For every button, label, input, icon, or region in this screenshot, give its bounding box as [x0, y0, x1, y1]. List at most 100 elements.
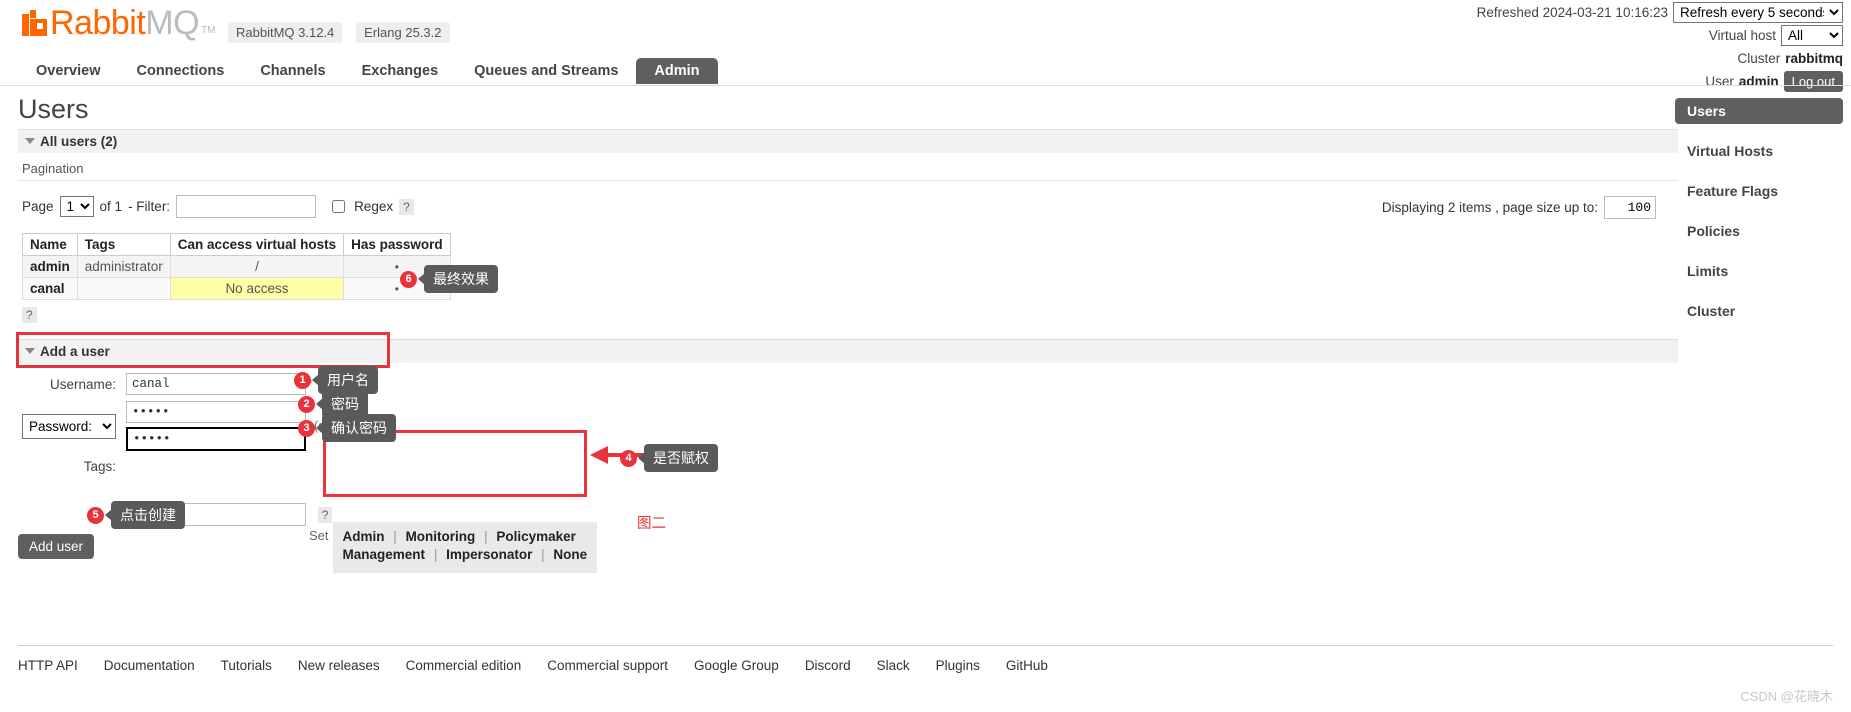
rabbitmq-version-pill: RabbitMQ 3.12.4	[228, 22, 343, 43]
column-can-access-virtual-hosts[interactable]: Can access virtual hosts	[169, 233, 345, 256]
pagination-controls-right: Displaying 2 items , page size up to:	[1382, 196, 1656, 219]
annotation-4: 4 是否赋权	[620, 444, 718, 472]
add-user-button-row: Add user	[18, 534, 1678, 559]
password-type-select[interactable]: Password:	[22, 413, 116, 439]
footer-link-commercial-support[interactable]: Commercial support	[547, 658, 668, 673]
footer-link-discord[interactable]: Discord	[805, 658, 851, 673]
filter-input[interactable]	[176, 195, 317, 218]
tag-link-monitoring[interactable]: Monitoring	[406, 529, 476, 544]
regex-label: Regex	[354, 199, 394, 214]
watermark: CSDN @花晓木	[1740, 689, 1833, 704]
tag-link-management[interactable]: Management	[343, 547, 426, 562]
username-row: Username: *	[18, 373, 1678, 395]
sidebar-item-limits[interactable]: Limits	[1675, 258, 1843, 284]
tags-row: Tags: ?	[18, 457, 1678, 526]
cell-user-vhosts: No access	[169, 277, 345, 300]
virtual-host-label: Virtual host	[1708, 28, 1776, 43]
tags-preset-links: Admin | Monitoring | Policymaker Managem…	[332, 522, 598, 573]
erlang-version-pill: Erlang 25.3.2	[356, 22, 450, 43]
regex-checkbox[interactable]	[332, 200, 346, 213]
table-row[interactable]: admin administrator / •	[22, 255, 451, 278]
tag-link-policymaker[interactable]: Policymaker	[496, 529, 576, 544]
refreshed-timestamp: Refreshed 2024-03-21 10:16:23	[1476, 5, 1668, 20]
table-row[interactable]: canal No access •	[22, 277, 451, 300]
version-pills: RabbitMQ 3.12.4 Erlang 25.3.2	[218, 22, 450, 43]
password-confirm-input[interactable]	[126, 427, 306, 451]
footer-link-slack[interactable]: Slack	[877, 658, 910, 673]
regex-help-icon[interactable]: ?	[399, 198, 414, 215]
tab-exchanges[interactable]: Exchanges	[344, 58, 457, 84]
tab-connections[interactable]: Connections	[119, 58, 243, 84]
cell-user-name[interactable]: canal	[22, 277, 78, 300]
displaying-items-text: Displaying 2 items , page size up to:	[1381, 200, 1598, 215]
footer-link-http-api[interactable]: HTTP API	[18, 658, 78, 673]
tag-sep: |	[541, 547, 545, 562]
annotation-5-number: 5	[87, 506, 104, 524]
right-sidebar: Users Virtual Hosts Feature Flags Polici…	[1675, 98, 1843, 338]
annotation-6: 6 最终效果	[400, 265, 498, 293]
sidebar-item-feature-flags[interactable]: Feature Flags	[1675, 178, 1843, 204]
chevron-down-icon	[25, 138, 35, 144]
username-input[interactable]	[126, 373, 306, 395]
logo-trademark: TM	[201, 25, 216, 36]
page-label: Page	[22, 199, 54, 214]
footer-link-github[interactable]: GitHub	[1006, 658, 1048, 673]
footer-link-tutorials[interactable]: Tutorials	[221, 658, 272, 673]
add-user-button[interactable]: Add user	[18, 534, 95, 559]
tag-sep: |	[433, 547, 438, 562]
username-label-text: Username:	[49, 376, 116, 392]
main-content: Users All users (2) Pagination Page 1 of…	[18, 94, 1678, 559]
password-input[interactable]	[126, 401, 306, 423]
password-row: Password: (confirm)	[18, 401, 1678, 451]
tags-help-icon[interactable]: ?	[317, 507, 333, 523]
annotation-6-number: 6	[400, 270, 417, 288]
tab-queues-and-streams[interactable]: Queues and Streams	[456, 58, 636, 84]
tag-sep: |	[393, 529, 397, 544]
footer-link-new-releases[interactable]: New releases	[298, 658, 380, 673]
tags-preset-line-1: Admin | Monitoring | Policymaker	[343, 529, 588, 544]
pagination-label: Pagination	[18, 153, 1678, 181]
cell-user-tags: administrator	[76, 255, 171, 278]
annotation-1-number: 1	[294, 371, 311, 389]
tab-overview[interactable]: Overview	[18, 58, 119, 84]
annotation-3-number: 3	[298, 419, 315, 437]
virtual-host-select[interactable]: All	[1781, 25, 1843, 46]
annotation-3-bubble: 确认密码	[322, 414, 396, 442]
column-tags[interactable]: Tags	[76, 233, 171, 256]
add-user-form: Username: * Password: (confirm) Tags:	[18, 373, 1678, 559]
footer-link-documentation[interactable]: Documentation	[104, 658, 195, 673]
tab-admin[interactable]: Admin	[636, 58, 718, 84]
users-table-head: Name Tags Can access virtual hosts Has p…	[22, 233, 451, 256]
section-all-users[interactable]: All users (2)	[18, 129, 1678, 153]
annotation-5-bubble: 点击创建	[111, 501, 185, 529]
figure-label: 图二	[637, 516, 666, 532]
refresh-interval-select[interactable]: Refresh every 5 seconds	[1673, 2, 1843, 23]
section-add-a-user[interactable]: Add a user	[18, 339, 1678, 363]
sidebar-item-virtual-hosts[interactable]: Virtual Hosts	[1675, 138, 1843, 164]
footer-link-commercial-edition[interactable]: Commercial edition	[406, 658, 522, 673]
page-size-input[interactable]	[1604, 196, 1656, 219]
cell-user-name[interactable]: admin	[22, 255, 78, 278]
tags-presets-panel: Set Admin | Monitoring | Policymaker Man…	[305, 522, 598, 573]
tag-link-admin[interactable]: Admin	[343, 529, 385, 544]
footer-link-plugins[interactable]: Plugins	[936, 658, 980, 673]
annotation-4-number: 4	[620, 449, 637, 467]
tag-link-impersonator[interactable]: Impersonator	[446, 547, 532, 562]
tab-channels[interactable]: Channels	[242, 58, 343, 84]
footer-link-google-group[interactable]: Google Group	[694, 658, 779, 673]
tag-link-none[interactable]: None	[553, 547, 587, 562]
column-has-password[interactable]: Has password	[343, 233, 451, 256]
footer: HTTP API Documentation Tutorials New rel…	[18, 645, 1833, 673]
tags-label: Tags:	[83, 459, 116, 474]
set-label: Set	[309, 528, 329, 543]
rabbitmq-logo[interactable]: Rabbit MQ TM	[22, 6, 216, 40]
sidebar-item-users[interactable]: Users	[1675, 98, 1843, 124]
page-select[interactable]: 1	[59, 196, 94, 217]
column-name[interactable]: Name	[22, 233, 78, 256]
sidebar-item-cluster[interactable]: Cluster	[1675, 298, 1843, 324]
users-table: Name Tags Can access virtual hosts Has p…	[22, 233, 451, 300]
users-table-help-icon[interactable]: ?	[22, 307, 37, 323]
sidebar-item-policies[interactable]: Policies	[1675, 218, 1843, 244]
users-table-help-wrap: ?	[22, 306, 1678, 323]
page-of-label: of 1	[99, 199, 123, 214]
